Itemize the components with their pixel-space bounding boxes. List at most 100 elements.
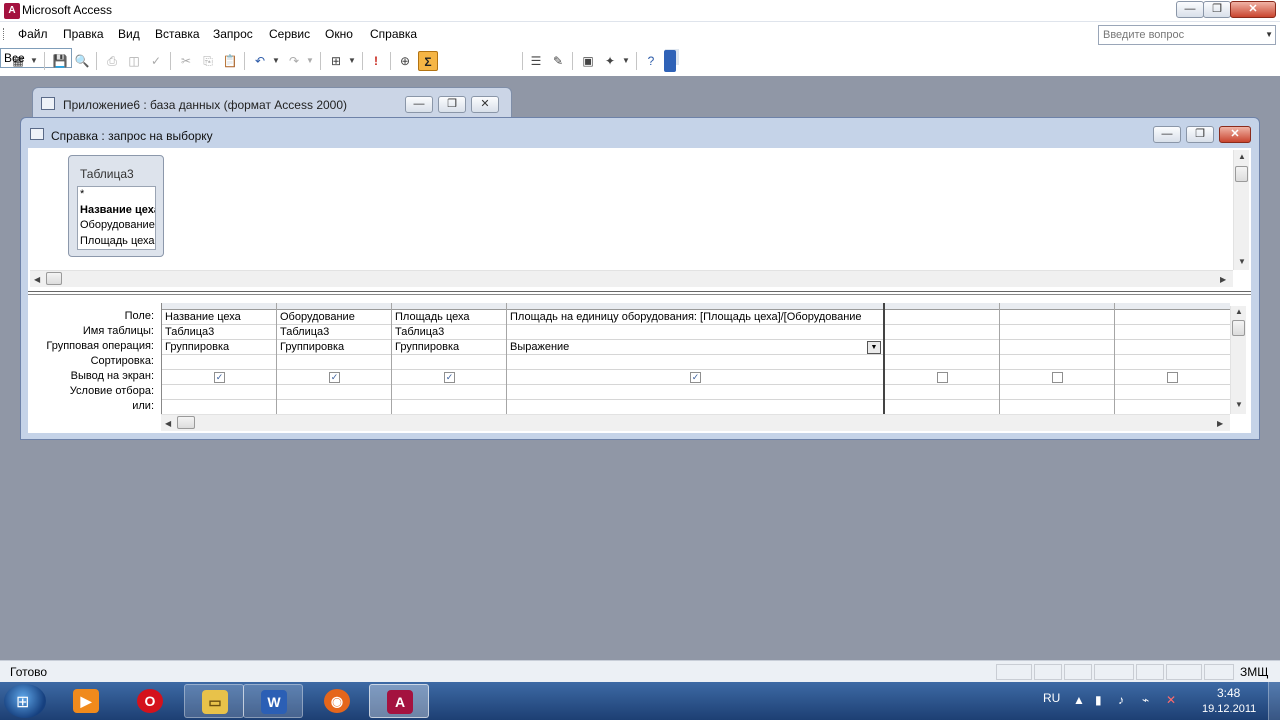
taskbar-explorer[interactable]: ▭ [184, 684, 244, 718]
grid-column[interactable] [885, 303, 1000, 414]
scroll-thumb[interactable] [46, 272, 62, 285]
cell-table[interactable] [885, 325, 999, 340]
grid-column[interactable]: Площадь цеха Таблица3 Группировка ✓ [392, 303, 507, 414]
cell-sort[interactable] [1115, 355, 1230, 370]
database-window-icon[interactable]: ▣ [578, 51, 598, 71]
builder-icon[interactable]: ✎ [548, 51, 568, 71]
cell-criteria[interactable] [277, 385, 391, 400]
cell-or[interactable] [1115, 400, 1230, 414]
query-maximize-button[interactable]: ❐ [1186, 126, 1214, 143]
cell-field[interactable]: Оборудование [277, 310, 391, 325]
scroll-thumb[interactable] [177, 416, 195, 429]
menu-help[interactable]: Справка [370, 27, 417, 41]
field-all[interactable]: * [78, 187, 155, 203]
show-checkbox[interactable] [1167, 372, 1178, 383]
scroll-thumb[interactable] [1232, 320, 1245, 336]
query-type-icon[interactable]: ⊞ [326, 51, 346, 71]
grid-column[interactable] [1000, 303, 1115, 414]
upper-horizontal-scrollbar[interactable]: ◀ ▶ [30, 270, 1233, 287]
query-minimize-button[interactable]: — [1153, 126, 1181, 143]
db-maximize-button[interactable]: ❐ [438, 96, 466, 113]
scroll-left-icon[interactable]: ◀ [34, 275, 40, 284]
cell-table[interactable]: Таблица3 [162, 325, 276, 340]
scroll-right-icon[interactable]: ▶ [1220, 275, 1226, 284]
cell-table[interactable] [1000, 325, 1114, 340]
cell-table[interactable]: Таблица3 [392, 325, 506, 340]
cell-field[interactable]: Площадь цеха [392, 310, 506, 325]
field-name[interactable]: Название цеха [78, 203, 155, 219]
cell-table[interactable] [507, 325, 883, 340]
chevron-down-icon[interactable]: ▼ [1265, 30, 1273, 39]
show-desktop-button[interactable] [1268, 682, 1280, 720]
cell-show[interactable] [1000, 370, 1114, 385]
help-icon[interactable]: ? [641, 51, 661, 71]
menu-query[interactable]: Запрос [213, 27, 253, 41]
cell-group[interactable]: Выражение ▼ [507, 340, 883, 355]
chevron-down-icon[interactable]: ▼ [867, 341, 881, 354]
show-checkbox[interactable]: ✓ [690, 372, 701, 383]
cell-show[interactable] [885, 370, 999, 385]
column-selector[interactable] [162, 303, 276, 310]
cell-criteria[interactable] [392, 385, 506, 400]
scroll-left-icon[interactable]: ◀ [165, 419, 171, 428]
upper-vertical-scrollbar[interactable]: ▲ ▼ [1233, 150, 1249, 270]
clock-time[interactable]: 3:48 [1217, 686, 1240, 700]
column-selector[interactable] [1115, 303, 1230, 310]
db-minimize-button[interactable]: — [405, 96, 433, 113]
tray-expand-icon[interactable]: ▲ [1073, 693, 1085, 707]
volume-icon[interactable]: ♪ [1118, 693, 1124, 707]
grid-column-expression[interactable]: Площадь на единицу оборудования: [Площад… [507, 303, 885, 414]
menu-insert[interactable]: Вставка [155, 27, 200, 41]
cell-or[interactable] [507, 400, 883, 414]
totals-sigma-button[interactable]: Σ [418, 51, 438, 71]
chevron-down-icon[interactable]: ▼ [270, 51, 282, 71]
maximize-button[interactable]: ❐ [1203, 1, 1231, 18]
cell-table[interactable] [1115, 325, 1230, 340]
cell-criteria[interactable] [1115, 385, 1230, 400]
db-close-button[interactable]: ✕ [471, 96, 499, 113]
scroll-right-icon[interactable]: ▶ [1217, 419, 1223, 428]
scroll-down-icon[interactable]: ▼ [1235, 400, 1243, 409]
chevron-down-icon[interactable]: ▼ [28, 51, 40, 71]
show-checkbox[interactable]: ✓ [444, 372, 455, 383]
query-close-button[interactable]: ✕ [1219, 126, 1251, 143]
cell-field[interactable] [885, 310, 999, 325]
cell-or[interactable] [162, 400, 276, 414]
column-selector[interactable] [277, 303, 391, 310]
help-search-input[interactable]: Введите вопрос ▼ [1098, 25, 1276, 45]
cell-criteria[interactable] [507, 385, 883, 400]
menu-file[interactable]: Файл [18, 27, 48, 41]
show-table-icon[interactable]: ⊕ [395, 51, 415, 71]
save-icon[interactable]: 💾 [50, 51, 70, 71]
cell-group[interactable]: Группировка [392, 340, 506, 355]
chevron-down-icon[interactable]: ▼ [304, 51, 316, 71]
cell-group[interactable]: Группировка [162, 340, 276, 355]
chevron-down-icon[interactable]: ▼ [620, 51, 632, 71]
grid-column[interactable]: Оборудование Таблица3 Группировка ✓ [277, 303, 392, 414]
cell-or[interactable] [392, 400, 506, 414]
table-field-list[interactable]: * Название цеха Оборудование Площадь цех… [77, 186, 156, 250]
taskbar-media-player[interactable]: ▶ [56, 684, 116, 718]
cell-sort[interactable] [392, 355, 506, 370]
clock-date[interactable]: 19.12.2011 [1202, 703, 1256, 715]
search-icon[interactable]: 🔍 [72, 51, 92, 71]
cut-icon[interactable]: ✂ [176, 51, 196, 71]
cell-sort[interactable] [885, 355, 999, 370]
cell-show[interactable]: ✓ [277, 370, 391, 385]
menu-window[interactable]: Окно [325, 27, 353, 41]
cell-criteria[interactable] [162, 385, 276, 400]
close-button[interactable]: ✕ [1230, 1, 1276, 18]
language-indicator[interactable]: RU [1043, 691, 1060, 705]
copy-icon[interactable]: ⎘ [198, 51, 218, 71]
spelling-icon[interactable]: ✓ [146, 51, 166, 71]
show-checkbox[interactable] [937, 372, 948, 383]
taskbar-word[interactable]: W [243, 684, 303, 718]
cell-sort[interactable] [1000, 355, 1114, 370]
cell-sort[interactable] [507, 355, 883, 370]
cell-group[interactable] [1115, 340, 1230, 355]
cell-show[interactable]: ✓ [392, 370, 506, 385]
scroll-down-icon[interactable]: ▼ [1238, 257, 1246, 266]
cell-or[interactable] [1000, 400, 1114, 414]
column-selector[interactable] [1000, 303, 1114, 310]
preview-icon[interactable]: ◫ [124, 51, 144, 71]
